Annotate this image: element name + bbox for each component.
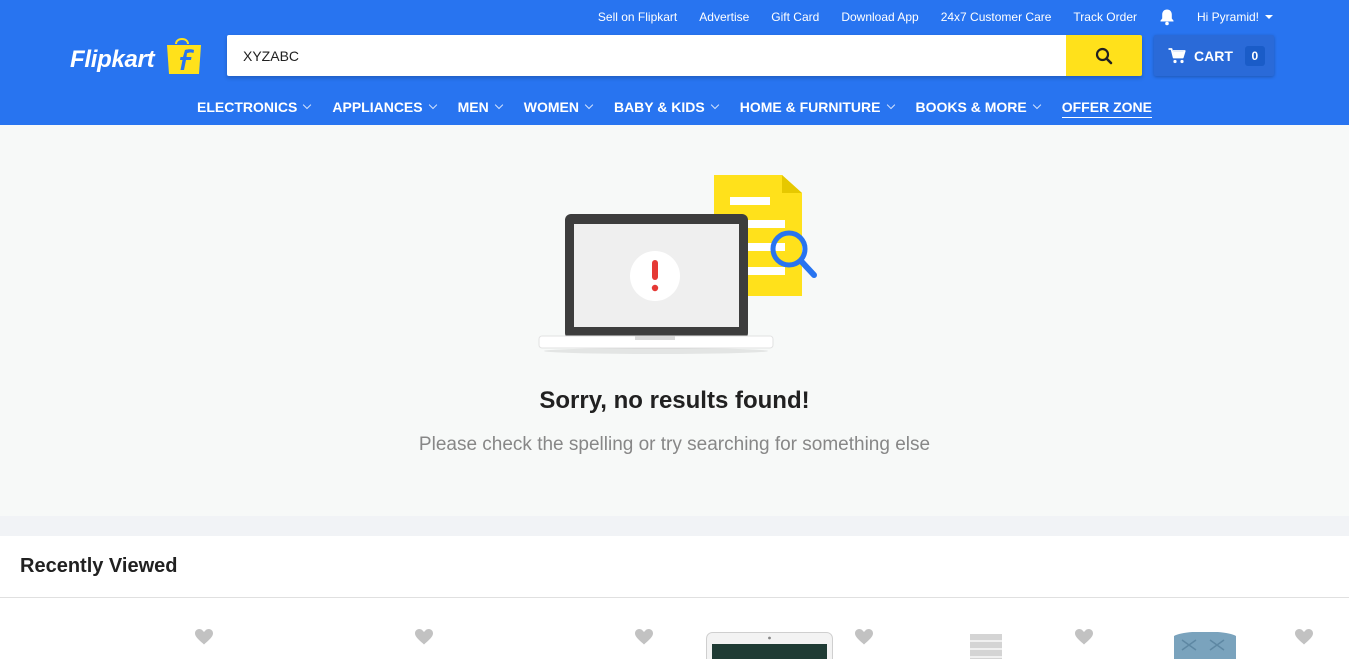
search-button[interactable] bbox=[1066, 35, 1142, 76]
toplink-advertise[interactable]: Advertise bbox=[699, 10, 749, 24]
nav-women[interactable]: WOMEN bbox=[523, 99, 594, 115]
search-input[interactable] bbox=[227, 35, 1066, 76]
toplink-sell[interactable]: Sell on Flipkart bbox=[598, 10, 677, 24]
toplink-download-app[interactable]: Download App bbox=[841, 10, 918, 24]
cart-label: CART bbox=[1194, 47, 1233, 64]
cart-icon bbox=[1168, 47, 1186, 63]
no-results-illustration bbox=[535, 175, 825, 360]
product-thumbnail-tablet[interactable] bbox=[706, 632, 833, 659]
no-results-title: Sorry, no results found! bbox=[539, 387, 810, 414]
no-results-panel: Sorry, no results found! Please check th… bbox=[0, 125, 1349, 516]
nav-label: BABY & KIDS bbox=[613, 99, 705, 115]
flipkart-logo[interactable]: Flipkart bbox=[70, 37, 204, 81]
bell-icon[interactable] bbox=[1159, 8, 1175, 26]
cart-button[interactable]: CART 0 bbox=[1154, 35, 1274, 76]
user-greeting: Hi Pyramid! bbox=[1196, 10, 1259, 24]
no-results-subtitle: Please check the spelling or try searchi… bbox=[418, 434, 931, 455]
chevron-down-icon bbox=[428, 100, 437, 110]
product-thumbnail-bag[interactable] bbox=[1170, 632, 1240, 659]
nav-label: ELECTRONICS bbox=[197, 99, 298, 115]
caret-down-icon bbox=[1265, 15, 1273, 19]
top-links: Sell on Flipkart Advertise Gift Card Dow… bbox=[576, 8, 1273, 26]
logo-bag-icon bbox=[164, 37, 204, 81]
nav-men[interactable]: MEN bbox=[457, 99, 503, 115]
chevron-down-icon bbox=[584, 100, 594, 110]
recently-viewed-title: Recently Viewed bbox=[20, 555, 178, 577]
nav-label: WOMEN bbox=[523, 99, 579, 115]
nav-books-more[interactable]: BOOKS & MORE bbox=[915, 99, 1041, 115]
chevron-down-icon bbox=[494, 100, 503, 110]
category-nav: ELECTRONICS APPLIANCES MEN WOMEN BABY & … bbox=[0, 96, 1349, 118]
logo-text: Flipkart bbox=[70, 45, 155, 73]
heart-icon[interactable] bbox=[855, 629, 873, 645]
toplink-customer-care[interactable]: 24x7 Customer Care bbox=[941, 10, 1052, 24]
laptop-alert-illustration bbox=[538, 214, 774, 354]
nav-electronics[interactable]: ELECTRONICS bbox=[197, 99, 312, 115]
nav-appliances[interactable]: APPLIANCES bbox=[332, 99, 437, 115]
nav-label: APPLIANCES bbox=[332, 99, 423, 115]
search-icon bbox=[1095, 47, 1113, 64]
nav-label: HOME & FURNITURE bbox=[739, 99, 881, 115]
nav-label: BOOKS & MORE bbox=[915, 99, 1027, 115]
user-menu[interactable]: Hi Pyramid! bbox=[1197, 10, 1273, 24]
top-header: Sell on Flipkart Advertise Gift Card Dow… bbox=[0, 0, 1349, 125]
heart-icon[interactable] bbox=[1295, 629, 1313, 645]
chevron-down-icon bbox=[1032, 100, 1041, 110]
nav-label: MEN bbox=[457, 99, 489, 115]
nav-home-furniture[interactable]: HOME & FURNITURE bbox=[739, 99, 895, 115]
product-thumbnail-watch[interactable] bbox=[969, 634, 1003, 659]
nav-offer-zone[interactable]: OFFER ZONE bbox=[1061, 99, 1152, 118]
chevron-down-icon bbox=[710, 100, 719, 110]
cart-count-badge: 0 bbox=[1244, 45, 1265, 66]
search-bar bbox=[227, 35, 1142, 76]
chevron-down-icon bbox=[303, 100, 312, 110]
heart-icon[interactable] bbox=[415, 629, 433, 645]
heart-icon[interactable] bbox=[635, 629, 653, 645]
chevron-down-icon bbox=[886, 100, 895, 110]
heart-icon[interactable] bbox=[1075, 629, 1093, 645]
recently-viewed-header: Recently Viewed bbox=[0, 536, 1349, 598]
toplink-track-order[interactable]: Track Order bbox=[1073, 10, 1137, 24]
toplink-gift-card[interactable]: Gift Card bbox=[771, 10, 819, 24]
nav-baby-kids[interactable]: BABY & KIDS bbox=[613, 99, 719, 115]
heart-icon[interactable] bbox=[195, 629, 213, 645]
